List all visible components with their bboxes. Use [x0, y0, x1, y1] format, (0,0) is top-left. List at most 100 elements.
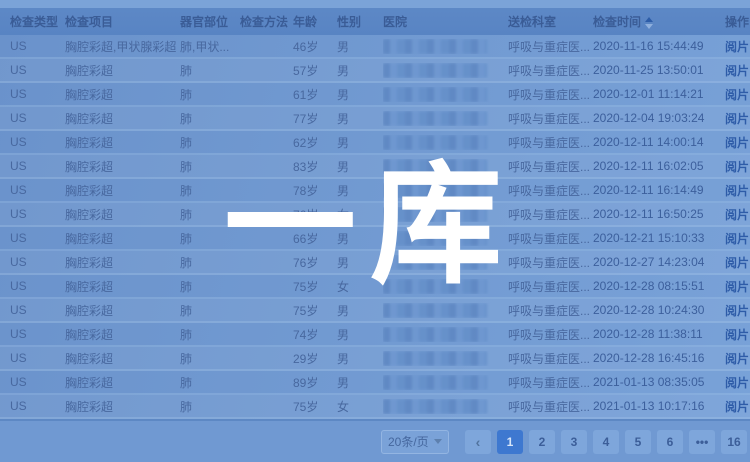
cell-time: 2020-12-11 16:02:05: [593, 159, 725, 173]
cell-hospital: [383, 303, 508, 318]
page-size-label: 20条/页: [388, 433, 429, 450]
redacted-hospital-name: [383, 39, 487, 54]
redacted-hospital-name: [383, 279, 487, 294]
page-button-1[interactable]: 1: [497, 430, 523, 454]
cell-age: 46岁: [293, 38, 337, 55]
cell-time: 2021-01-13 08:35:05: [593, 375, 725, 389]
cell-dept: 呼吸与重症医...: [508, 110, 593, 127]
table-row: US胸腔彩超,甲状腺彩超肺,甲状...46岁男呼吸与重症医...2020-11-…: [0, 35, 750, 59]
view-image-link[interactable]: 阅片: [725, 256, 749, 270]
cell-type: US: [10, 303, 65, 317]
cell-hospital: [383, 135, 508, 150]
view-image-link[interactable]: 阅片: [725, 208, 749, 222]
pagination-bar: 20条/页 ‹ 123456•••16: [0, 421, 750, 462]
view-image-link[interactable]: 阅片: [725, 64, 749, 78]
view-image-link[interactable]: 阅片: [725, 40, 749, 54]
cell-time: 2020-11-25 13:50:01: [593, 63, 725, 77]
cell-dept: 呼吸与重症医...: [508, 38, 593, 55]
cell-action: 阅片: [725, 278, 750, 295]
view-image-link[interactable]: 阅片: [725, 88, 749, 102]
sort-caret-down-icon[interactable]: [645, 24, 653, 29]
column-header-part: 器官部位: [180, 13, 240, 30]
cell-part: 肺: [180, 350, 240, 367]
cell-age: 76岁: [293, 254, 337, 271]
page-button-6[interactable]: 6: [657, 430, 683, 454]
prev-page-button[interactable]: ‹: [465, 430, 491, 454]
view-image-link[interactable]: 阅片: [725, 400, 749, 414]
cell-item: 胸腔彩超: [65, 134, 180, 151]
cell-item: 胸腔彩超: [65, 398, 180, 415]
cell-type: US: [10, 279, 65, 293]
cell-time: 2020-12-27 14:23:04: [593, 255, 725, 269]
sort-caret-up-icon[interactable]: [645, 17, 653, 22]
cell-time: 2020-12-04 19:03:24: [593, 111, 725, 125]
page-button-2[interactable]: 2: [529, 430, 555, 454]
cell-gender: 女: [337, 278, 383, 295]
sort-carets[interactable]: [645, 17, 653, 29]
redacted-hospital-name: [383, 87, 487, 102]
column-header-label: 检查项目: [65, 15, 113, 29]
cell-part: 肺: [180, 374, 240, 391]
table-header-row: 检查类型检查项目器官部位检查方法年龄性别医院送检科室检查时间操作: [0, 8, 750, 35]
view-image-link[interactable]: 阅片: [725, 160, 749, 174]
view-image-link[interactable]: 阅片: [725, 280, 749, 294]
cell-action: 阅片: [725, 326, 750, 343]
cell-gender: 男: [337, 230, 383, 247]
cell-type: US: [10, 255, 65, 269]
column-header-label: 送检科室: [508, 15, 556, 29]
more-pages-button[interactable]: •••: [689, 430, 715, 454]
page-button-4[interactable]: 4: [593, 430, 619, 454]
page-size-select[interactable]: 20条/页: [381, 430, 449, 454]
view-image-link[interactable]: 阅片: [725, 232, 749, 246]
cell-item: 胸腔彩超,甲状腺彩超: [65, 38, 180, 55]
table-row: US胸腔彩超肺76岁女呼吸与重症医...2020-12-11 16:50:25阅…: [0, 203, 750, 227]
cell-dept: 呼吸与重症医...: [508, 134, 593, 151]
column-header-hospital: 医院: [383, 13, 508, 30]
page-button-16[interactable]: 16: [721, 430, 747, 454]
cell-item: 胸腔彩超: [65, 254, 180, 271]
cell-dept: 呼吸与重症医...: [508, 182, 593, 199]
cell-gender: 女: [337, 206, 383, 223]
cell-gender: 男: [337, 62, 383, 79]
cell-age: 76岁: [293, 206, 337, 223]
view-image-link[interactable]: 阅片: [725, 328, 749, 342]
cell-gender: 男: [337, 38, 383, 55]
column-header-time[interactable]: 检查时间: [593, 13, 725, 30]
cell-item: 胸腔彩超: [65, 110, 180, 127]
redacted-hospital-name: [383, 63, 487, 78]
cell-dept: 呼吸与重症医...: [508, 398, 593, 415]
column-header-type: 检查类型: [10, 13, 65, 30]
table-row: US胸腔彩超肺62岁男呼吸与重症医...2020-12-11 14:00:14阅…: [0, 131, 750, 155]
redacted-hospital-name: [383, 111, 487, 126]
cell-type: US: [10, 399, 65, 413]
view-image-link[interactable]: 阅片: [725, 136, 749, 150]
cell-time: 2020-12-28 11:38:11: [593, 327, 725, 341]
cell-dept: 呼吸与重症医...: [508, 326, 593, 343]
cell-type: US: [10, 87, 65, 101]
cell-type: US: [10, 207, 65, 221]
column-header-dept: 送检科室: [508, 13, 593, 30]
cell-age: 83岁: [293, 158, 337, 175]
column-header-label: 性别: [337, 15, 361, 29]
view-image-link[interactable]: 阅片: [725, 184, 749, 198]
page-button-3[interactable]: 3: [561, 430, 587, 454]
column-header-gender: 性别: [337, 13, 383, 30]
redacted-hospital-name: [383, 207, 487, 222]
cell-type: US: [10, 231, 65, 245]
cell-hospital: [383, 279, 508, 294]
table-row: US胸腔彩超肺66岁男呼吸与重症医...2020-12-21 15:10:33阅…: [0, 227, 750, 251]
view-image-link[interactable]: 阅片: [725, 352, 749, 366]
cell-hospital: [383, 87, 508, 102]
view-image-link[interactable]: 阅片: [725, 304, 749, 318]
page-button-5[interactable]: 5: [625, 430, 651, 454]
cell-part: 肺: [180, 278, 240, 295]
cell-part: 肺,甲状...: [180, 38, 240, 55]
view-image-link[interactable]: 阅片: [725, 112, 749, 126]
cell-type: US: [10, 183, 65, 197]
view-image-link[interactable]: 阅片: [725, 376, 749, 390]
table-row: US胸腔彩超肺75岁男呼吸与重症医...2020-12-28 10:24:30阅…: [0, 299, 750, 323]
cell-gender: 男: [337, 302, 383, 319]
chevron-down-icon: [434, 439, 442, 444]
table-row: US胸腔彩超肺75岁女呼吸与重症医...2021-01-13 10:17:16阅…: [0, 395, 750, 419]
cell-hospital: [383, 159, 508, 174]
